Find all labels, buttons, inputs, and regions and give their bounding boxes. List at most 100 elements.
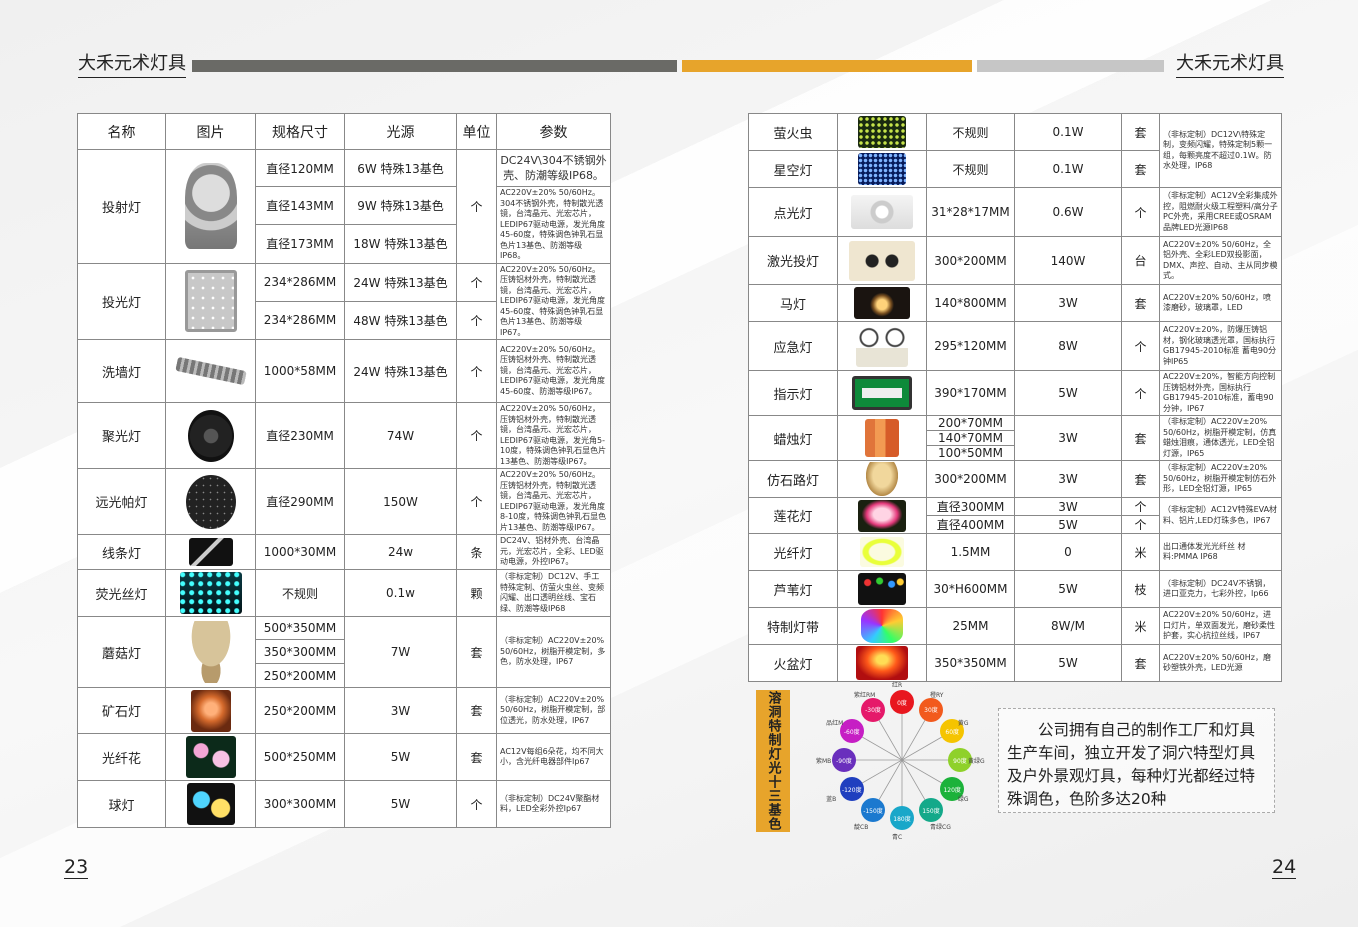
- product-image: [165, 534, 256, 570]
- table-row: 聚光灯 直径230MM 74W 个 AC220V±20% 50/60Hz，压铸铝…: [77, 402, 611, 469]
- size-cell: 295*120MM: [926, 321, 1015, 371]
- product-name: 聚光灯: [77, 402, 166, 469]
- table-row: 萤火虫 不规则 0.1W 套 （非标定制）DC12V\特殊定制，变频闪耀，特殊定…: [748, 113, 1282, 188]
- table-row: 远光帕灯 直径290MM 150W 个 AC220V±20% 50/60Hz。压…: [77, 468, 611, 535]
- param-cell: AC220V±20% 50/60Hz。压铸铝材外壳，特制散光透镜，台湾晶元、光宏…: [496, 468, 611, 535]
- product-name: 星空灯: [748, 150, 838, 188]
- product-name: 蘑菇灯: [77, 616, 166, 688]
- source-cell: 3W: [1014, 415, 1122, 461]
- source-cell: 5W: [1014, 515, 1122, 534]
- param-cell: （非标定制）DC24V不锈钢，进口亚克力，七彩外控，Ip66: [1159, 570, 1282, 608]
- product-image: [165, 402, 256, 469]
- table-row: 荧光丝灯 不规则 0.1w 颗 （非标定制）DC12V、手工特殊定制、仿萤火虫丝…: [77, 569, 611, 617]
- unit-cell: 套: [456, 687, 497, 734]
- param-cell: AC220V±20% 50/60Hz，喷漆磨砂，玻璃罩，LED: [1159, 284, 1282, 322]
- size-cell: 30*H600MM: [926, 570, 1015, 608]
- product-name: 指示灯: [748, 370, 838, 416]
- product-name: 特制灯带: [748, 607, 838, 645]
- product-name: 马灯: [748, 284, 838, 322]
- product-image: [837, 187, 927, 237]
- product-image: [837, 460, 927, 498]
- color-label: 靛CB: [854, 823, 869, 831]
- product-image: [837, 284, 927, 322]
- color-wheel: 0度 红R 30度 橙RY 60度 黄G 90度 黄绿G 120度 绿G 150度 青绿CG 180度青…: [812, 680, 997, 841]
- size-cell: 500*350MM: [255, 616, 345, 640]
- product-image: [837, 533, 927, 571]
- color-label: 红R: [892, 682, 903, 689]
- unit-cell: 个: [1121, 187, 1160, 237]
- header-bar-accent: [682, 60, 972, 72]
- param-cell: （非标定制）DC12V、手工特殊定制、仿萤火虫丝、变频闪耀、出口透明丝线、宝石绿…: [496, 569, 611, 617]
- table-row: 矿石灯 250*200MM 3W 套 （非标定制）AC220V±20% 50/6…: [77, 687, 611, 734]
- col-header-name: 名称: [77, 113, 166, 150]
- source-cell: 6W 特殊13基色: [344, 149, 457, 187]
- unit-cell: 枝: [1121, 570, 1160, 608]
- unit-cell: 颗: [456, 569, 497, 617]
- unit-cell: 米: [1121, 533, 1160, 571]
- table-row: 蜡烛灯 200*70MM 3W 套 （非标定制）AC220V±20% 50/60…: [748, 415, 1282, 461]
- unit-cell: 个: [456, 262, 497, 302]
- color-swatch: -60度: [839, 719, 864, 743]
- unit-cell: 条: [456, 534, 497, 570]
- product-image: [165, 687, 256, 734]
- unit-cell: 套: [1121, 150, 1160, 188]
- size-cell: 100*50MM: [926, 445, 1015, 461]
- param-cell: （非标定制）DC12V\特殊定制，变频闪耀，特殊定制5颗一组，每颗亮度不超过0.…: [1159, 113, 1282, 188]
- source-cell: 5W: [344, 733, 457, 781]
- table-row: 投射灯 直径120MM 6W 特殊13基色 个 DC24V\304不锈钢外壳、防…: [77, 149, 611, 264]
- product-name: 投射灯: [77, 149, 166, 264]
- product-image: [165, 468, 256, 535]
- table-row: 仿石路灯 300*200MM 3W 套 （非标定制）AC220V±20% 50/…: [748, 460, 1282, 498]
- col-header-image: 图片: [165, 113, 256, 150]
- source-cell: 3W: [344, 687, 457, 734]
- product-image: [837, 497, 927, 534]
- color-label: 绿G: [957, 796, 969, 803]
- unit-cell: 个: [456, 149, 497, 264]
- right-spec-table: 萤火虫 不规则 0.1W 套 （非标定制）DC12V\特殊定制，变频闪耀，特殊定…: [748, 113, 1282, 682]
- unit-cell: 个: [456, 468, 497, 535]
- color-label: 品红M: [826, 720, 844, 727]
- unit-cell: 个: [1121, 515, 1160, 534]
- size-cell: 300*300MM: [255, 780, 345, 828]
- product-image: [837, 607, 927, 645]
- color-label: 青绿CG: [930, 823, 951, 831]
- source-cell: 0: [1014, 533, 1122, 571]
- product-image: [837, 113, 927, 151]
- brand-right: 大禾元术灯具: [1176, 52, 1284, 78]
- source-cell: 18W 特殊13基色: [344, 224, 457, 264]
- param-cell: AC220V±20% 50/60Hz，压铸铝材外壳，特制散光透镜，台湾晶元、光宏…: [496, 402, 611, 469]
- company-note: 公司拥有自己的制作工厂和灯具生产车间，独立开发了洞穴特型灯具及户外景观灯具，每种…: [998, 708, 1275, 813]
- color-swatch: -120度: [839, 777, 864, 801]
- size-cell: 300*200MM: [926, 460, 1015, 498]
- product-image: [165, 339, 256, 403]
- product-name: 激光投灯: [748, 236, 838, 285]
- table-row: 球灯 300*300MM 5W 个 （非标定制）DC24V聚酯材料，LED全彩外…: [77, 780, 611, 828]
- unit-cell: 个: [1121, 370, 1160, 416]
- color-section-tag: 溶洞特制灯光十三基色: [756, 690, 790, 832]
- size-cell: 250*200MM: [255, 663, 345, 688]
- param-cell: （非标定制）AC12V全彩集成外控，阻燃耐火级工程塑料/高分子PC外壳，采用CR…: [1159, 187, 1282, 237]
- size-cell: 不规则: [255, 569, 345, 617]
- product-name: 火盆灯: [748, 644, 838, 682]
- size-cell: 390*170MM: [926, 370, 1015, 416]
- param-cell: DC24V\304不锈钢外壳、防潮等级IP68。: [496, 149, 611, 187]
- color-swatch: 30度: [919, 697, 943, 722]
- param-cell: AC220V±20%，防爆压铸铝材，钢化玻璃透光罩，国标执行GB17945-20…: [1159, 321, 1282, 371]
- product-name: 远光帕灯: [77, 468, 166, 535]
- param-cell: AC220V±20%，智能方向控制压铸铝材外壳，国标执行GB17945-2010…: [1159, 370, 1282, 416]
- size-cell: 直径173MM: [255, 224, 345, 264]
- product-name: 仿石路灯: [748, 460, 838, 498]
- source-cell: 7W: [344, 616, 457, 688]
- product-image: [165, 616, 256, 688]
- table-row: 光纤花 500*250MM 5W 套 AC12V每组6朵花，均不同大小，含光纤电…: [77, 733, 611, 781]
- param-cell: （非标定制）AC220V±20% 50/60Hz，树脂开模定制仿石外形，LED全…: [1159, 460, 1282, 498]
- product-name: 矿石灯: [77, 687, 166, 734]
- page-number-left: 23: [64, 856, 89, 879]
- product-image: [165, 149, 256, 264]
- source-cell: 0.1W: [1014, 150, 1122, 188]
- unit-cell: 个: [456, 339, 497, 403]
- size-cell: 直径120MM: [255, 149, 345, 187]
- param-cell: AC220V±20% 50/60Hz。压铸铝材外壳，特制散光透镜，台湾晶元、光宏…: [496, 262, 611, 340]
- size-cell: 31*28*17MM: [926, 187, 1015, 237]
- color-label: 紫MB: [816, 758, 832, 765]
